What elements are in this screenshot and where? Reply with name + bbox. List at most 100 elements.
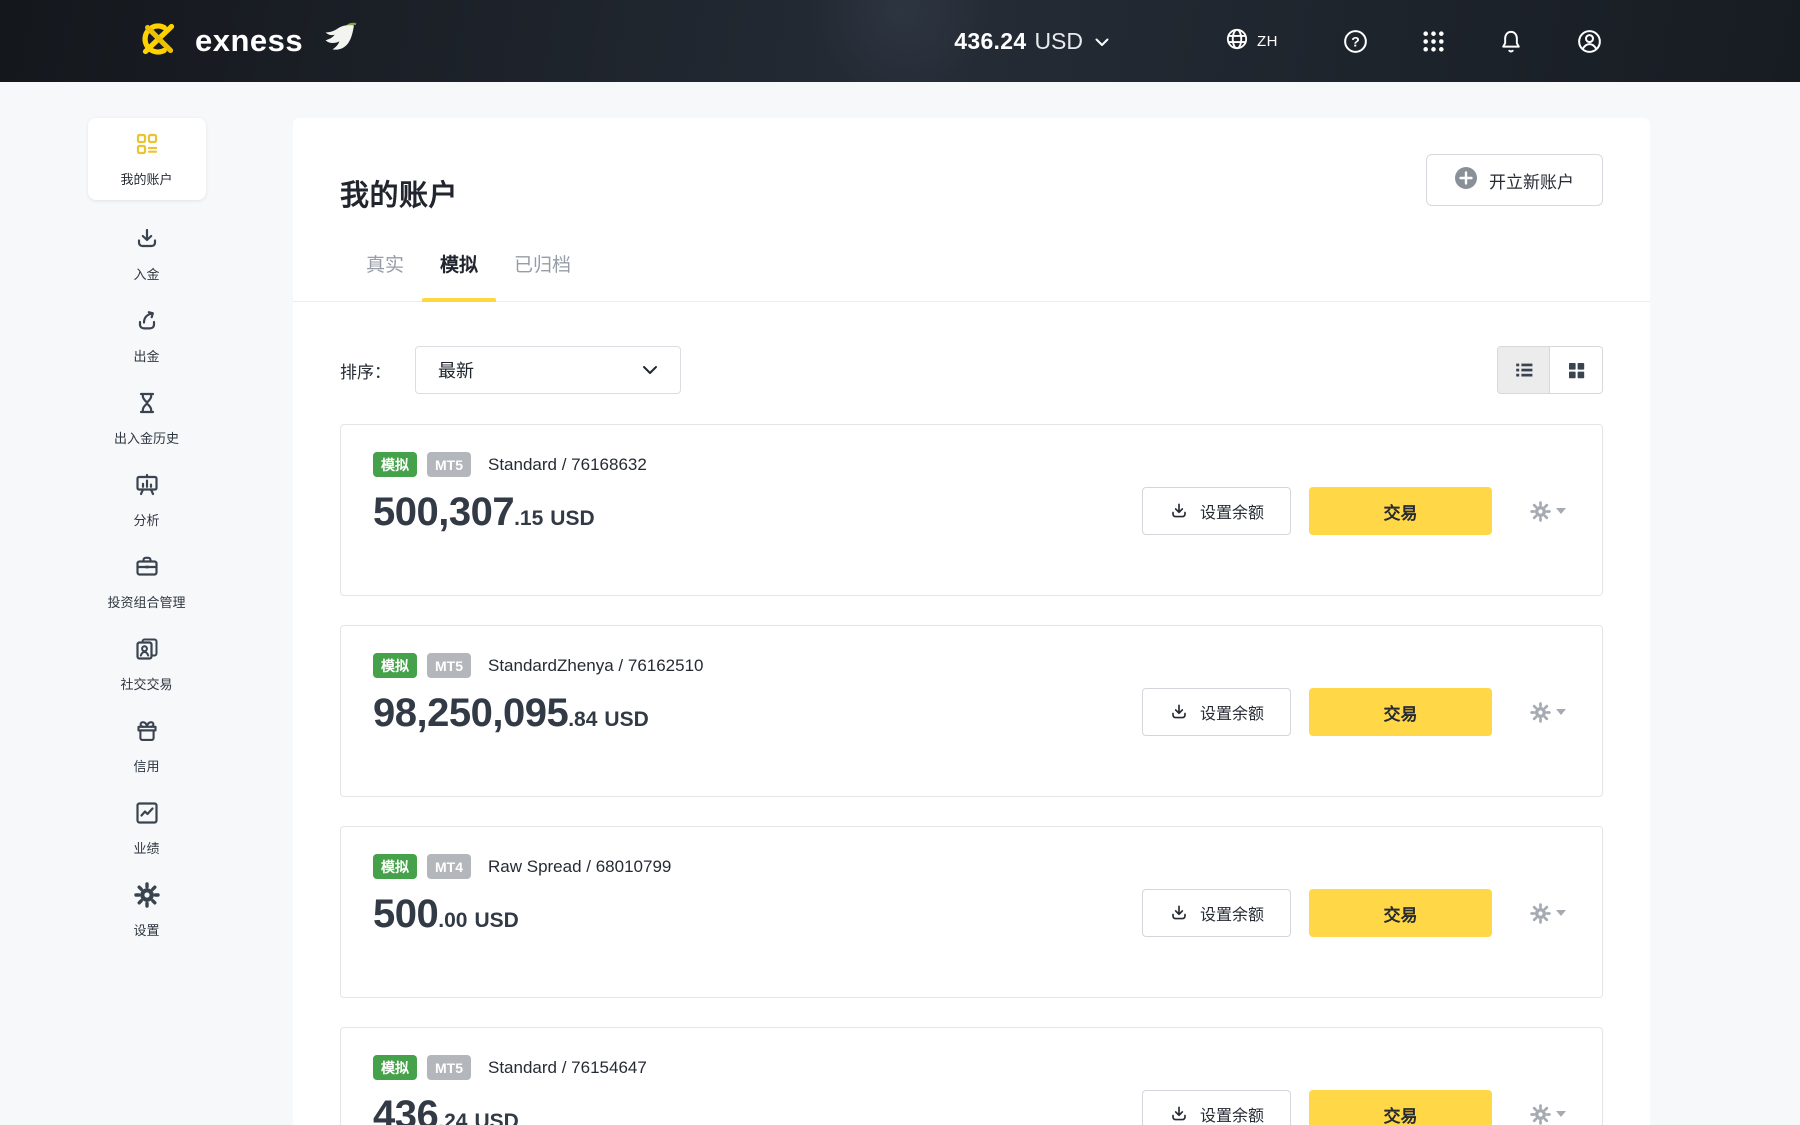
list-view-button[interactable] <box>1497 346 1550 394</box>
trade-button[interactable]: 交易 <box>1309 487 1492 535</box>
account-name: StandardZhenya / 76162510 <box>488 656 704 676</box>
settings-icon <box>134 882 160 913</box>
sidebar-item-deposit[interactable]: 入金 <box>83 213 211 295</box>
account-name: Standard / 76168632 <box>488 455 647 475</box>
open-new-account-label: 开立新账户 <box>1489 168 1574 193</box>
trade-button[interactable]: 交易 <box>1309 1090 1492 1125</box>
sidebar-item-label: 我的账户 <box>120 169 172 188</box>
social-trading-icon <box>134 636 160 667</box>
sort-dropdown[interactable]: 最新 <box>415 346 681 394</box>
performance-icon <box>134 800 160 831</box>
caret-down-icon <box>1556 910 1566 916</box>
open-new-account-button[interactable]: 开立新账户 <box>1426 154 1603 206</box>
balance-currency: USD <box>550 507 594 531</box>
account-options-button[interactable] <box>1530 501 1566 522</box>
set-balance-button[interactable]: 设置余额 <box>1142 889 1291 937</box>
top-bar: exness 436.24 USD ZH <box>0 0 1800 82</box>
account-options-button[interactable] <box>1530 903 1566 924</box>
tab-demo[interactable]: 模拟 <box>422 238 496 301</box>
set-balance-label: 设置余额 <box>1200 499 1264 523</box>
sidebar-item-my-accounts[interactable]: 我的账户 <box>88 118 206 200</box>
sidebar-item-withdraw[interactable]: 出金 <box>83 295 211 377</box>
exness-logo-mark-icon <box>133 20 183 63</box>
platform-badge: MT5 <box>427 452 471 477</box>
account-name: Raw Spread / 68010799 <box>488 857 671 877</box>
notifications-button[interactable] <box>1472 28 1550 54</box>
set-balance-button[interactable]: 设置余额 <box>1142 1090 1291 1125</box>
sidebar-item-label: 社交交易 <box>120 674 172 693</box>
sidebar-item-analytics[interactable]: 分析 <box>83 459 211 541</box>
account-tabs: 真实 模拟 已归档 <box>293 238 1650 302</box>
set-balance-label: 设置余额 <box>1200 700 1264 724</box>
view-toggle <box>1497 346 1603 394</box>
credit-icon <box>134 718 160 749</box>
balance-currency: USD <box>474 1110 518 1125</box>
dove-icon <box>315 21 359 62</box>
sidebar-item-label: 出入金历史 <box>114 428 179 447</box>
demo-badge: 模拟 <box>373 452 417 477</box>
sidebar-item-label: 设置 <box>133 920 159 939</box>
portfolio-icon <box>134 554 160 585</box>
header-controls: 436.24 USD ZH ? <box>954 27 1800 56</box>
sidebar-nav: 入金 出金 出入金历史 <box>83 213 211 951</box>
caret-down-icon <box>1556 508 1566 514</box>
header-balance: 436.24 <box>954 28 1026 55</box>
gear-icon <box>1530 1104 1551 1125</box>
withdraw-icon <box>134 308 160 339</box>
sidebar-item-history[interactable]: 出入金历史 <box>83 377 211 459</box>
grid-view-icon <box>1566 360 1587 381</box>
trade-button[interactable]: 交易 <box>1309 688 1492 736</box>
sidebar-item-credit[interactable]: 信用 <box>83 705 211 787</box>
deposit-icon <box>134 226 160 257</box>
account-list: 模拟 MT5 Standard / 76168632 500,307.15 USD… <box>340 424 1603 1125</box>
sidebar-item-social-trading[interactable]: 社交交易 <box>83 623 211 705</box>
language-switcher[interactable]: ZH <box>1225 27 1278 56</box>
sidebar-item-label: 投资组合管理 <box>107 592 185 611</box>
sort-value: 最新 <box>438 357 474 383</box>
svg-text:?: ? <box>1351 33 1360 49</box>
sidebar-item-performance[interactable]: 业绩 <box>83 787 211 869</box>
platform-badge: MT5 <box>427 653 471 678</box>
gear-icon <box>1530 702 1551 723</box>
demo-badge: 模拟 <box>373 653 417 678</box>
sidebar-item-label: 入金 <box>133 264 159 283</box>
download-icon <box>1169 501 1189 521</box>
account-card: 模拟 MT5 StandardZhenya / 76162510 98,250,… <box>340 625 1603 797</box>
sort-label: 排序： <box>340 358 391 383</box>
sidebar: 我的账户 入金 出金 <box>0 82 293 1125</box>
trade-button[interactable]: 交易 <box>1309 889 1492 937</box>
help-button[interactable]: ? <box>1316 28 1394 55</box>
caret-down-icon <box>1556 709 1566 715</box>
balance-main: 500,307 <box>373 490 514 535</box>
balance-currency: USD <box>474 909 518 933</box>
globe-icon <box>1225 27 1249 56</box>
tab-real[interactable]: 真实 <box>348 238 422 301</box>
set-balance-button[interactable]: 设置余额 <box>1142 688 1291 736</box>
balance-decimal: .24 <box>438 1110 467 1125</box>
balance-decimal: .84 <box>568 708 597 732</box>
sidebar-item-label: 出金 <box>133 346 159 365</box>
sidebar-item-label: 业绩 <box>133 838 159 857</box>
account-card: 模拟 MT4 Raw Spread / 68010799 500.00USD 设… <box>340 826 1603 998</box>
list-view-icon <box>1513 359 1535 381</box>
set-balance-button[interactable]: 设置余额 <box>1142 487 1291 535</box>
account-card: 模拟 MT5 Standard / 76154647 436.24USD 设置余… <box>340 1027 1603 1125</box>
account-options-button[interactable] <box>1530 702 1566 723</box>
grid-view-button[interactable] <box>1550 346 1603 394</box>
user-button[interactable] <box>1550 28 1628 55</box>
plus-circle-icon <box>1455 167 1477 194</box>
main-panel: 我的账户 开立新账户 真实 模拟 已归档 排序： 最新 <box>293 118 1650 1125</box>
account-card: 模拟 MT5 Standard / 76168632 500,307.15 USD… <box>340 424 1603 596</box>
tab-archived[interactable]: 已归档 <box>496 238 589 301</box>
account-balance-selector[interactable]: 436.24 USD <box>954 28 1109 55</box>
download-icon <box>1169 1104 1189 1124</box>
account-options-button[interactable] <box>1530 1104 1566 1125</box>
exness-logo[interactable]: exness <box>133 20 359 63</box>
sidebar-item-portfolio[interactable]: 投资组合管理 <box>83 541 211 623</box>
sidebar-item-settings[interactable]: 设置 <box>83 869 211 951</box>
balance-decimal: .15 <box>514 507 543 531</box>
apps-grid-button[interactable] <box>1394 29 1472 54</box>
header-currency: USD <box>1034 28 1083 55</box>
account-name: Standard / 76154647 <box>488 1058 647 1078</box>
download-icon <box>1169 702 1189 722</box>
